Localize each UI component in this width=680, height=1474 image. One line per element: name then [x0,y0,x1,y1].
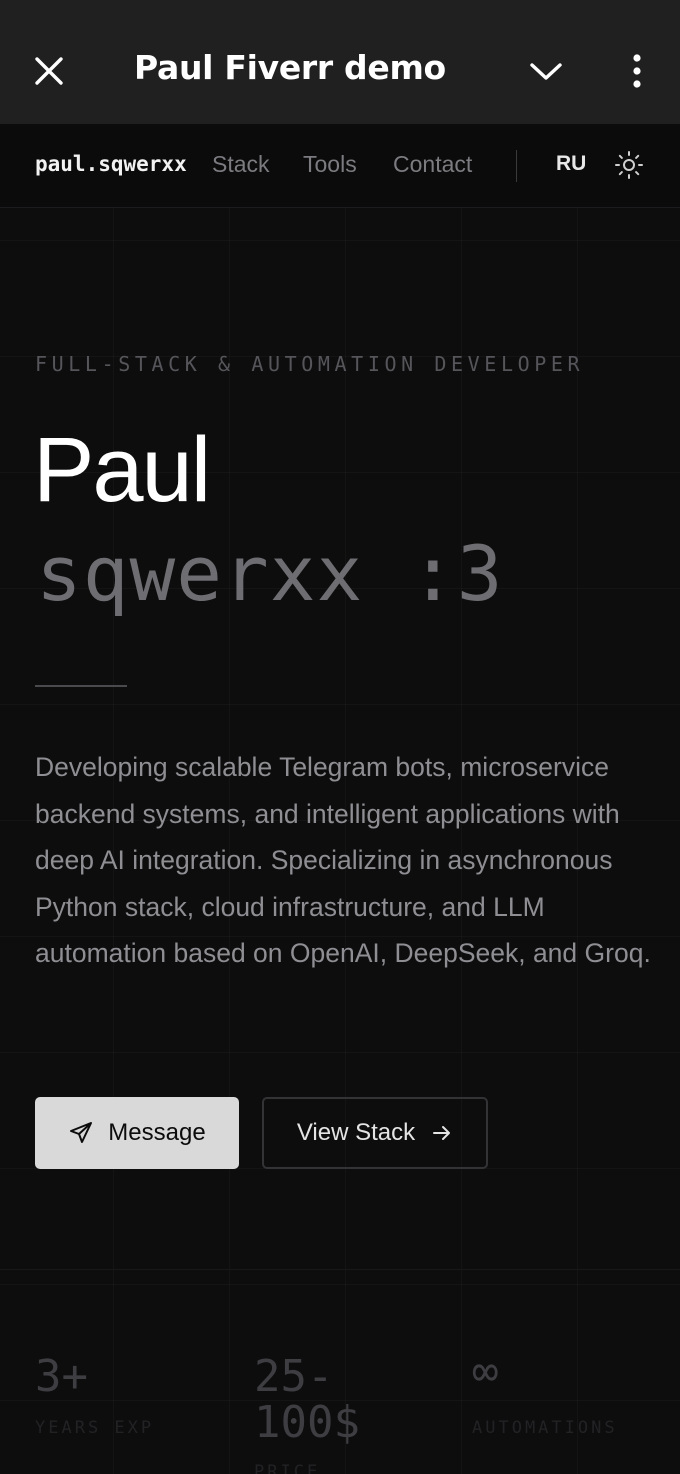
close-icon[interactable] [32,54,66,88]
hero-kicker: FULL-STACK & AUTOMATION DEVELOPER [35,352,585,376]
view-stack-button-label: View Stack [296,1119,416,1146]
nav-link-stack[interactable]: Stack [212,151,270,178]
view-stack-button[interactable]: View Stack [262,1097,488,1169]
stats-divider [0,1269,680,1270]
stat-price-label: PRICE [254,1462,321,1474]
stat-years-value: 3+ [35,1351,88,1402]
site-nav: paul.sqwerxx Stack Tools Contact RU [0,124,680,208]
stat-automations-value: ∞ [472,1346,499,1397]
hero-description: Developing scalable Telegram bots, micro… [35,752,651,968]
app-bar: Paul Fiverr demo [0,0,680,124]
nav-link-contact[interactable]: Contact [393,151,472,178]
hero-name-second: sqwerxx :3 [36,529,504,618]
chevron-down-icon[interactable] [528,58,564,84]
message-button[interactable]: Message [35,1097,239,1169]
stat-automations-label: AUTOMATIONS [472,1418,618,1438]
web-page: paul.sqwerxx Stack Tools Contact RU FULL… [0,124,680,1474]
site-brand[interactable]: paul.sqwerxx [35,152,187,176]
stat-years-label: YEARS EXP [35,1418,155,1438]
nav-link-tools[interactable]: Tools [303,151,357,178]
sun-icon[interactable] [614,150,644,180]
more-menu-icon[interactable] [626,52,648,90]
hero-name-first: Paul [33,419,211,521]
send-icon [70,1122,93,1143]
app-title: Paul Fiverr demo [134,48,446,87]
stat-price-value: 25- 100$ [254,1351,360,1448]
language-toggle[interactable]: RU [556,152,586,176]
hero-divider [35,685,127,687]
nav-separator [516,150,517,182]
arrow-right-icon [433,1126,451,1140]
message-button-label: Message [108,1119,206,1146]
